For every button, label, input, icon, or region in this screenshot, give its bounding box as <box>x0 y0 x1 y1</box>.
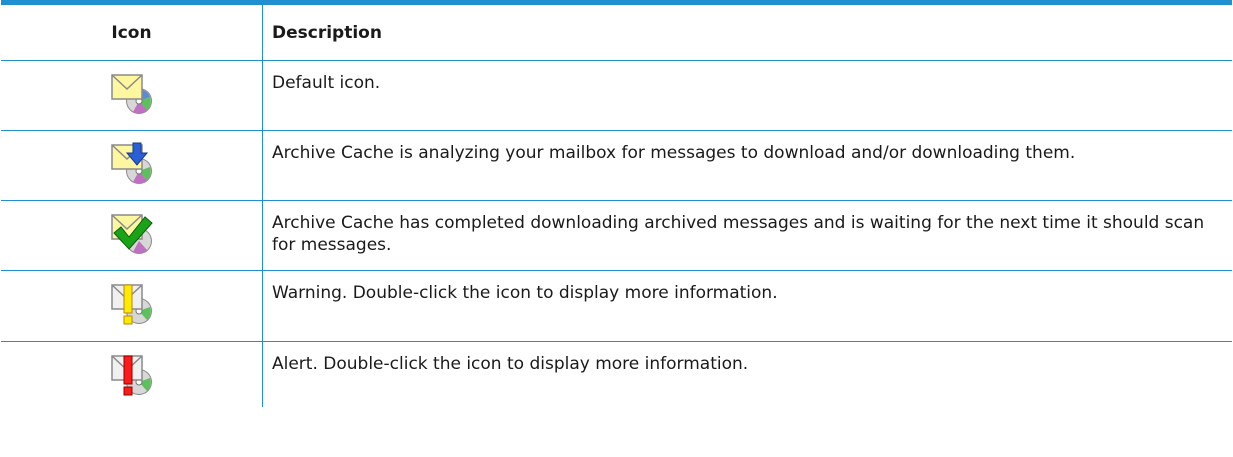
envelope-checkmark-icon <box>109 211 155 257</box>
header-description: Description <box>272 22 382 43</box>
icon-cell <box>1 61 263 130</box>
description-cell: Archive Cache has completed downloading … <box>272 213 1205 255</box>
envelope-disc-icon <box>109 71 155 117</box>
table-row: Default icon. <box>1 61 1232 131</box>
table-row: Warning. Double-click the icon to displa… <box>1 271 1232 342</box>
header-icon: Icon <box>1 5 263 60</box>
description-cell: Default icon. <box>272 73 381 93</box>
envelope-download-arrow-icon <box>109 141 155 187</box>
table-row: Alert. Double-click the icon to display … <box>1 342 1232 407</box>
envelope-warning-icon <box>109 281 155 327</box>
icon-cell <box>1 342 263 407</box>
icon-status-table: Icon Description Default icon. Archive C… <box>1 0 1232 407</box>
table-header-row: Icon Description <box>1 5 1232 61</box>
icon-cell <box>1 131 263 200</box>
description-cell: Alert. Double-click the icon to display … <box>272 354 749 374</box>
icon-cell <box>1 271 263 341</box>
table-row: Archive Cache is analyzing your mailbox … <box>1 131 1232 201</box>
envelope-alert-icon <box>109 352 155 398</box>
description-cell: Warning. Double-click the icon to displa… <box>272 283 778 303</box>
description-cell: Archive Cache is analyzing your mailbox … <box>272 143 1076 163</box>
table-row: Archive Cache has completed downloading … <box>1 201 1232 271</box>
icon-cell <box>1 201 263 270</box>
